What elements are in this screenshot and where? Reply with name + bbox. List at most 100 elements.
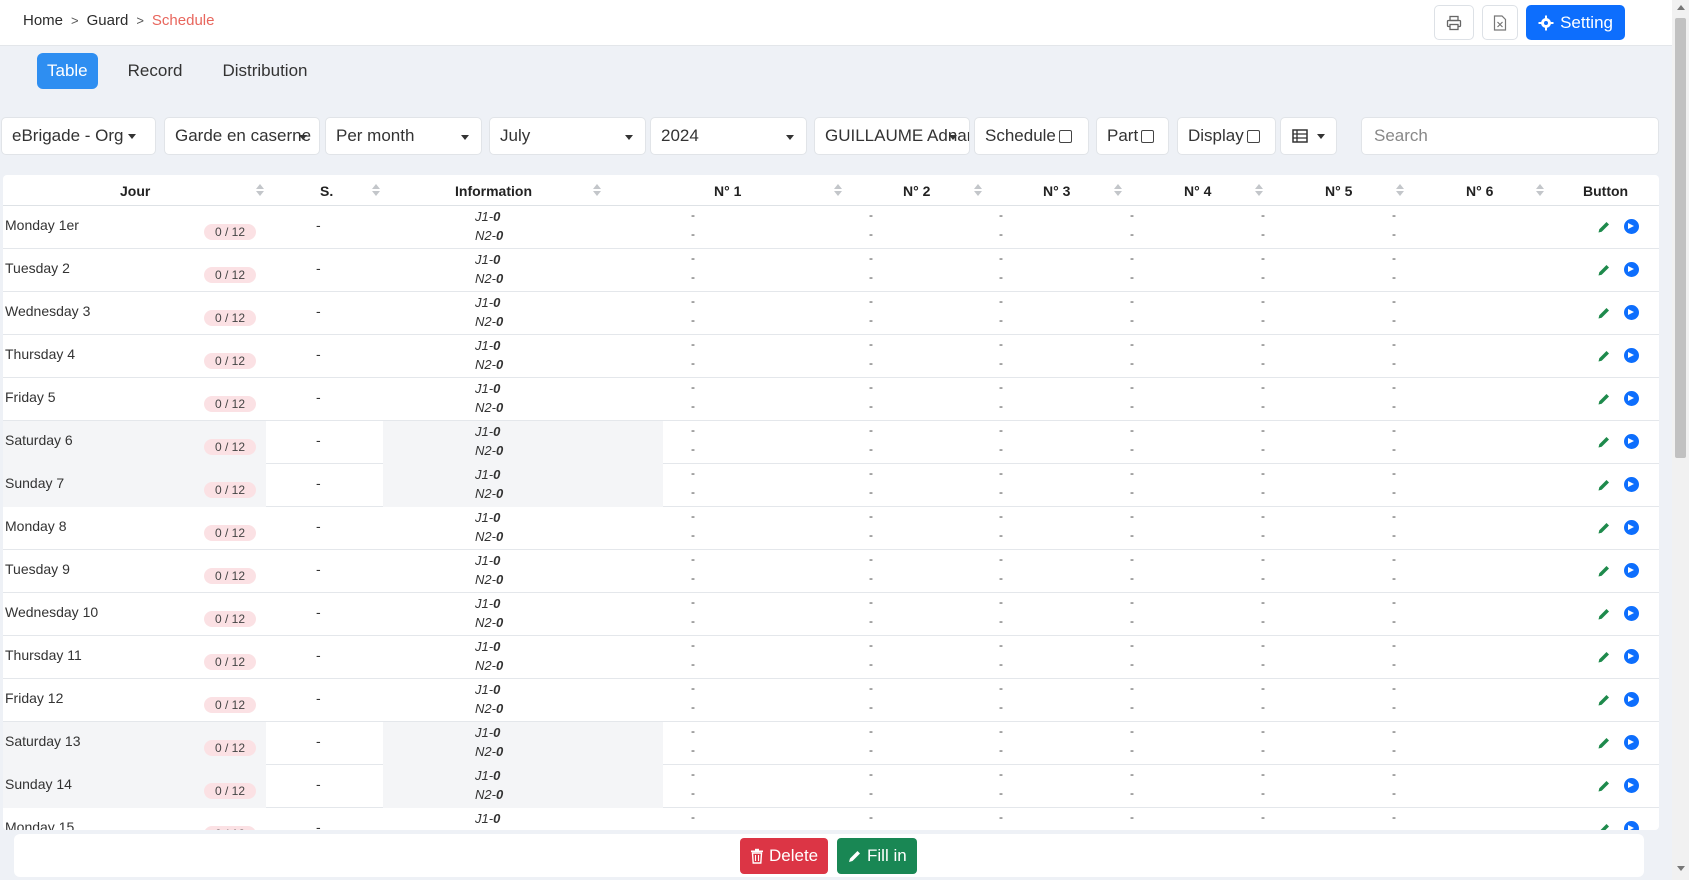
information-cell: J1-0N2-0 bbox=[383, 249, 663, 292]
scroll-down-icon[interactable] bbox=[1677, 866, 1685, 871]
edit-pencil-icon[interactable] bbox=[1597, 650, 1611, 664]
page-scrollbar[interactable] bbox=[1672, 0, 1689, 880]
edit-pencil-icon[interactable] bbox=[1597, 306, 1611, 320]
edit-pencil-icon[interactable] bbox=[1597, 521, 1611, 535]
edit-pencil-icon[interactable] bbox=[1597, 736, 1611, 750]
slot-2-night: - bbox=[869, 743, 873, 757]
slot-4-day: - bbox=[1130, 767, 1134, 781]
edit-pencil-icon[interactable] bbox=[1597, 435, 1611, 449]
year-select[interactable]: 2024 bbox=[650, 117, 807, 155]
go-arrow-icon[interactable] bbox=[1624, 348, 1639, 363]
sort-icon[interactable] bbox=[834, 184, 842, 197]
sort-icon[interactable] bbox=[372, 184, 380, 197]
organization-dropdown[interactable]: eBrigade - Org bbox=[1, 117, 156, 155]
period-value: Per month bbox=[336, 126, 415, 145]
go-arrow-icon[interactable] bbox=[1624, 219, 1639, 234]
column-header-n2[interactable]: N° 2 bbox=[903, 183, 930, 199]
go-arrow-icon[interactable] bbox=[1624, 434, 1639, 449]
day-label: Wednesday 3 bbox=[5, 303, 91, 319]
edit-pencil-icon[interactable] bbox=[1597, 220, 1611, 234]
setting-button[interactable]: Setting bbox=[1526, 5, 1625, 40]
slot-5-night: - bbox=[1261, 227, 1265, 241]
slot-6-night: - bbox=[1392, 657, 1396, 671]
tab-record[interactable]: Record bbox=[118, 53, 193, 89]
info-prefix: J1- bbox=[475, 596, 494, 611]
slot-1-day: - bbox=[691, 380, 695, 394]
go-arrow-icon[interactable] bbox=[1624, 606, 1639, 621]
slot-5-day: - bbox=[1261, 337, 1265, 351]
slot-6-night: - bbox=[1392, 571, 1396, 585]
sort-icon[interactable] bbox=[593, 184, 601, 197]
sort-icon[interactable] bbox=[1536, 184, 1544, 197]
slot-3-night: - bbox=[999, 270, 1003, 284]
go-arrow-icon[interactable] bbox=[1624, 778, 1639, 793]
slot-2-day: - bbox=[869, 466, 873, 480]
go-arrow-icon[interactable] bbox=[1624, 477, 1639, 492]
go-arrow-icon[interactable] bbox=[1624, 821, 1639, 830]
display-checkbox[interactable] bbox=[1246, 129, 1260, 143]
breadcrumb-home[interactable]: Home bbox=[23, 12, 63, 29]
go-arrow-icon[interactable] bbox=[1624, 563, 1639, 578]
go-arrow-icon[interactable] bbox=[1624, 262, 1639, 277]
export-excel-button[interactable] bbox=[1482, 5, 1519, 40]
sort-icon[interactable] bbox=[1396, 184, 1404, 197]
go-arrow-icon[interactable] bbox=[1624, 692, 1639, 707]
column-header-information[interactable]: Information bbox=[455, 183, 532, 199]
column-header-n5[interactable]: N° 5 bbox=[1325, 183, 1352, 199]
search-input[interactable]: Search bbox=[1361, 117, 1659, 155]
print-button[interactable] bbox=[1434, 5, 1475, 40]
scroll-up-icon[interactable] bbox=[1677, 5, 1685, 10]
fill-in-button[interactable]: Fill in bbox=[837, 838, 917, 874]
edit-pencil-icon[interactable] bbox=[1597, 392, 1611, 406]
edit-pencil-icon[interactable] bbox=[1597, 478, 1611, 492]
sort-icon[interactable] bbox=[256, 184, 264, 197]
go-arrow-icon[interactable] bbox=[1624, 735, 1639, 750]
display-toggle[interactable]: Display bbox=[1177, 117, 1276, 155]
tab-table[interactable]: Table bbox=[37, 53, 98, 89]
slot-2-night: - bbox=[869, 227, 873, 241]
month-select[interactable]: July bbox=[489, 117, 646, 155]
slot-6-day: - bbox=[1392, 724, 1396, 738]
sort-icon[interactable] bbox=[1114, 184, 1122, 197]
table-view-dropdown[interactable] bbox=[1280, 117, 1337, 155]
part-toggle[interactable]: Part bbox=[1096, 117, 1169, 155]
slot-5-night: - bbox=[1261, 442, 1265, 456]
scroll-thumb[interactable] bbox=[1675, 18, 1686, 458]
edit-pencil-icon[interactable] bbox=[1597, 779, 1611, 793]
go-arrow-icon[interactable] bbox=[1624, 391, 1639, 406]
go-arrow-icon[interactable] bbox=[1624, 649, 1639, 664]
edit-pencil-icon[interactable] bbox=[1597, 263, 1611, 277]
caret-down-icon bbox=[949, 135, 957, 140]
sort-icon[interactable] bbox=[974, 184, 982, 197]
slot-6-night: - bbox=[1392, 356, 1396, 370]
tab-distribution[interactable]: Distribution bbox=[212, 53, 317, 89]
column-header-n3[interactable]: N° 3 bbox=[1043, 183, 1070, 199]
edit-pencil-icon[interactable] bbox=[1597, 607, 1611, 621]
slot-6-night: - bbox=[1392, 399, 1396, 413]
slot-1-day: - bbox=[691, 208, 695, 222]
breadcrumb-guard[interactable]: Guard bbox=[87, 12, 129, 29]
slot-4-day: - bbox=[1130, 681, 1134, 695]
info-prefix: J1- bbox=[475, 381, 494, 396]
edit-pencil-icon[interactable] bbox=[1597, 693, 1611, 707]
go-arrow-icon[interactable] bbox=[1624, 520, 1639, 535]
slot-4-day: - bbox=[1130, 552, 1134, 566]
person-dropdown[interactable]: GUILLAUME Adnan bbox=[814, 117, 970, 155]
column-header-n6[interactable]: N° 6 bbox=[1466, 183, 1493, 199]
info-value: 0 bbox=[495, 357, 504, 372]
guard-type-dropdown[interactable]: Garde en caserne bbox=[164, 117, 320, 155]
edit-pencil-icon[interactable] bbox=[1597, 822, 1611, 830]
edit-pencil-icon[interactable] bbox=[1597, 564, 1611, 578]
edit-pencil-icon[interactable] bbox=[1597, 349, 1611, 363]
schedule-toggle[interactable]: Schedule bbox=[974, 117, 1089, 155]
column-header-s[interactable]: S. bbox=[320, 183, 333, 199]
part-checkbox[interactable] bbox=[1141, 129, 1155, 143]
schedule-checkbox[interactable] bbox=[1058, 129, 1072, 143]
column-header-n4[interactable]: N° 4 bbox=[1184, 183, 1211, 199]
column-header-n1[interactable]: N° 1 bbox=[714, 183, 741, 199]
sort-icon[interactable] bbox=[1255, 184, 1263, 197]
delete-button[interactable]: Delete bbox=[740, 838, 829, 874]
go-arrow-icon[interactable] bbox=[1624, 305, 1639, 320]
period-select[interactable]: Per month bbox=[325, 117, 482, 155]
column-header-jour[interactable]: Jour bbox=[120, 183, 150, 199]
